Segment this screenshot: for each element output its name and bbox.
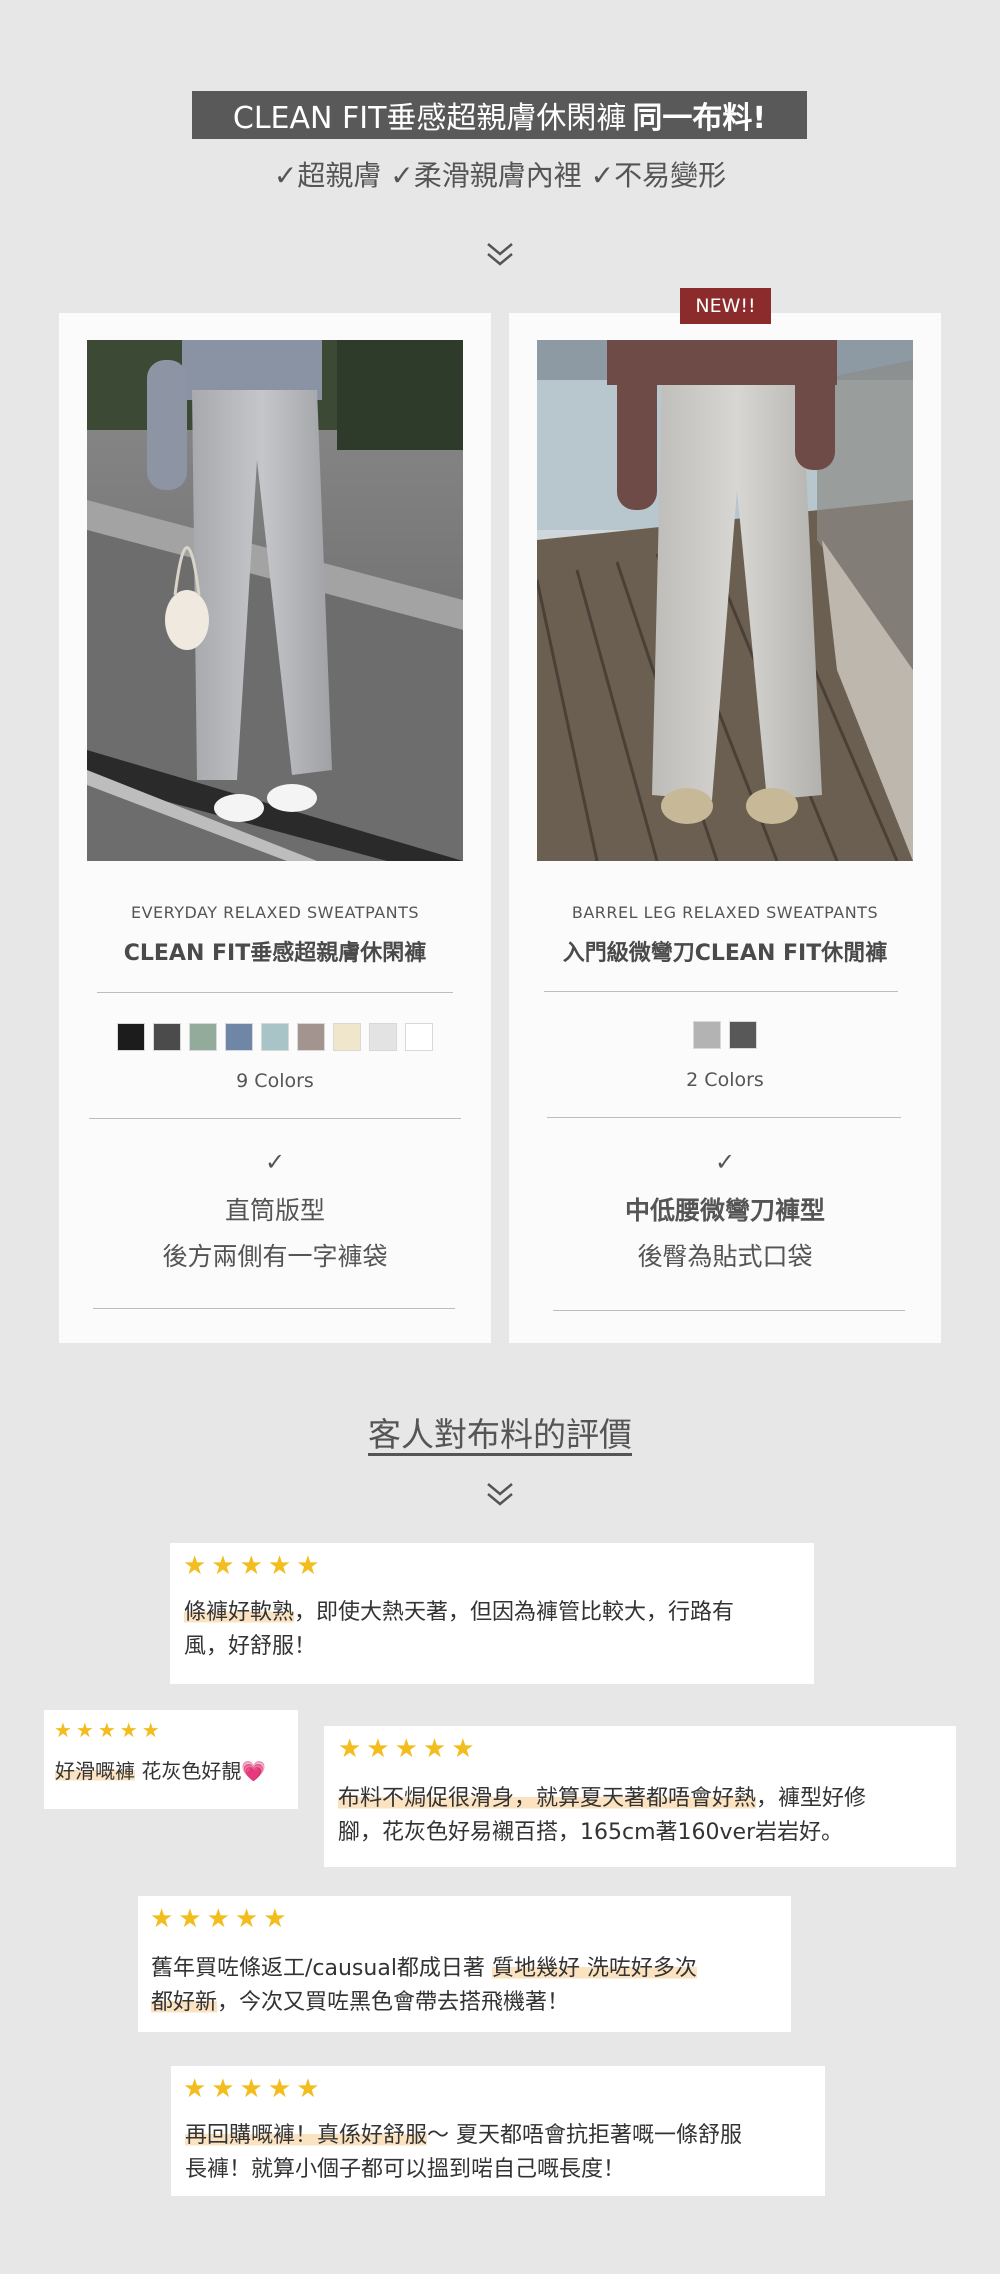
review-highlight: 都好新 (151, 1990, 218, 2015)
star-rating: ★★★★★ (183, 2074, 325, 2104)
product-card-barrel[interactable]: BARREL LEG RELAXED SWEATPANTS 入門級微彎刀CLEA… (509, 313, 941, 1343)
swatch-charcoal[interactable] (729, 1021, 757, 1049)
divider (89, 1118, 461, 1119)
colors-count: 2 Colors (686, 1069, 764, 1091)
review-text-part: ～ 夏天都唔會抗拒著嘅一條舒服 (427, 2123, 743, 2148)
review-text-part: 風，好舒服！ (184, 1634, 317, 1659)
review-text-part: 舊年買咗條返工/causual都成日著 (151, 1956, 492, 1981)
check-icon: ✓ (264, 1148, 286, 1176)
feature-fit: 直筒版型 (224, 1196, 325, 1225)
review-text-part: 花灰色好靚 (135, 1759, 242, 1783)
review-card: ★★★★★ 條褲好軟熟，即使大熱天著，但因為褲管比較大，行路有 風，好舒服！ (170, 1543, 814, 1684)
swatch-white[interactable] (405, 1023, 433, 1051)
heart-icon: 💗 (241, 1759, 267, 1783)
review-highlight: 質地幾好 洗咗好多次 (491, 1956, 697, 1981)
swatch-cream[interactable] (333, 1023, 361, 1051)
swatch-sage[interactable] (189, 1023, 217, 1051)
review-text: 舊年買咗條返工/causual都成日著 質地幾好 洗咗好多次 都好新，今次又買咗… (151, 1952, 787, 2020)
review-highlight: 條褲好軟熟 (184, 1600, 295, 1625)
product-photo-barrel (537, 340, 913, 861)
divider (553, 1310, 905, 1311)
banner-title: CLEAN FIT垂感超親膚休閑褲 同一布料! (192, 91, 807, 139)
swatch-blue[interactable] (225, 1023, 253, 1051)
review-text: 好滑嘅褲 花灰色好靚💗 (55, 1754, 266, 1788)
review-highlight: 好滑嘅褲 (55, 1759, 135, 1783)
review-text: 條褲好軟熟，即使大熱天著，但因為褲管比較大，行路有 風，好舒服！ (184, 1596, 804, 1664)
banner-title-main: CLEAN FIT垂感超親膚休閑褲 (232, 101, 627, 136)
double-chevron-down-icon (487, 243, 513, 266)
review-card: ★★★★★ 舊年買咗條返工/causual都成日著 質地幾好 洗咗好多次 都好新… (138, 1896, 791, 2032)
swatch-mauve[interactable] (297, 1023, 325, 1051)
review-card: ★★★★★ 再回購嘅褲！真係好舒服～ 夏天都唔會抗拒著嘅一條舒服 長褲！就算小個… (171, 2066, 825, 2196)
review-text: 再回購嘅褲！真係好舒服～ 夏天都唔會抗拒著嘅一條舒服 長褲！就算小個子都可以搵到… (185, 2119, 821, 2187)
banner-title-bold: 同一布料! (632, 101, 767, 136)
product-subtitle-en: BARREL LEG RELAXED SWEATPANTS (571, 903, 879, 922)
feature-fit: 中低腰微彎刀褲型 (624, 1196, 825, 1225)
product-card-straight[interactable]: EVERYDAY RELAXED SWEATPANTS CLEAN FIT垂感超… (59, 313, 491, 1343)
review-card: ★★★★★ 好滑嘅褲 花灰色好靚💗 (44, 1710, 298, 1809)
review-text: 布料不焗促很滑身，就算夏天著都唔會好熱，褲型好修 腳，花灰色好易襯百搭，165c… (338, 1782, 950, 1850)
review-card: ★★★★★ 布料不焗促很滑身，就算夏天著都唔會好熱，褲型好修 腳，花灰色好易襯百… (324, 1726, 956, 1867)
swatch-mint[interactable] (261, 1023, 289, 1051)
divider (97, 992, 453, 993)
swatch-light-gray[interactable] (369, 1023, 397, 1051)
product-photo-straight (87, 340, 463, 861)
swatch-heather-gray[interactable] (693, 1021, 721, 1049)
feature-pocket: 後臀為貼式口袋 (637, 1242, 813, 1271)
swatch-charcoal[interactable] (153, 1023, 181, 1051)
review-highlight: 布料不焗促很滑身，就算夏天著都唔會好熱 (338, 1786, 757, 1811)
new-badge: NEW!! (680, 288, 771, 324)
banner-subtitle: ✓超親膚 ✓柔滑親膚內裡 ✓不易變形 (273, 159, 727, 192)
check-icon: ✓ (714, 1148, 736, 1176)
divider (547, 1117, 901, 1118)
divider (544, 991, 898, 992)
color-swatches (509, 1021, 941, 1049)
review-text-part: ，即使大熱天著，但因為褲管比較大，行路有 (294, 1600, 735, 1625)
review-text-part: ，今次又買咗黑色會帶去搭飛機著！ (217, 1990, 570, 2015)
review-text-part: 腳，花灰色好易襯百搭，165cm著160ver岩岩好。 (338, 1820, 844, 1845)
star-rating: ★★★★★ (338, 1734, 480, 1764)
feature-pocket: 後方兩側有一字褲袋 (162, 1242, 388, 1271)
review-text-part: 長褲！就算小個子都可以搵到啱自己嘅長度！ (185, 2157, 626, 2182)
product-name[interactable]: 入門級微彎刀CLEAN FIT休閒褲 (509, 935, 941, 967)
star-rating: ★★★★★ (183, 1551, 325, 1581)
review-highlight: 再回購嘅褲！真係好舒服 (185, 2123, 428, 2148)
double-chevron-down-icon (487, 1483, 513, 1506)
divider (93, 1308, 455, 1309)
star-rating: ★★★★★ (54, 1718, 164, 1742)
color-swatches (59, 1023, 491, 1051)
star-rating: ★★★★★ (150, 1904, 292, 1934)
reviews-title: 客人對布料的評價 (368, 1415, 632, 1454)
product-name[interactable]: CLEAN FIT垂感超親膚休閑褲 (59, 935, 491, 967)
swatch-black[interactable] (117, 1023, 145, 1051)
product-subtitle-en: EVERYDAY RELAXED SWEATPANTS (130, 903, 420, 922)
colors-count: 9 Colors (236, 1070, 314, 1092)
review-text-part: ，褲型好修 (756, 1786, 867, 1811)
